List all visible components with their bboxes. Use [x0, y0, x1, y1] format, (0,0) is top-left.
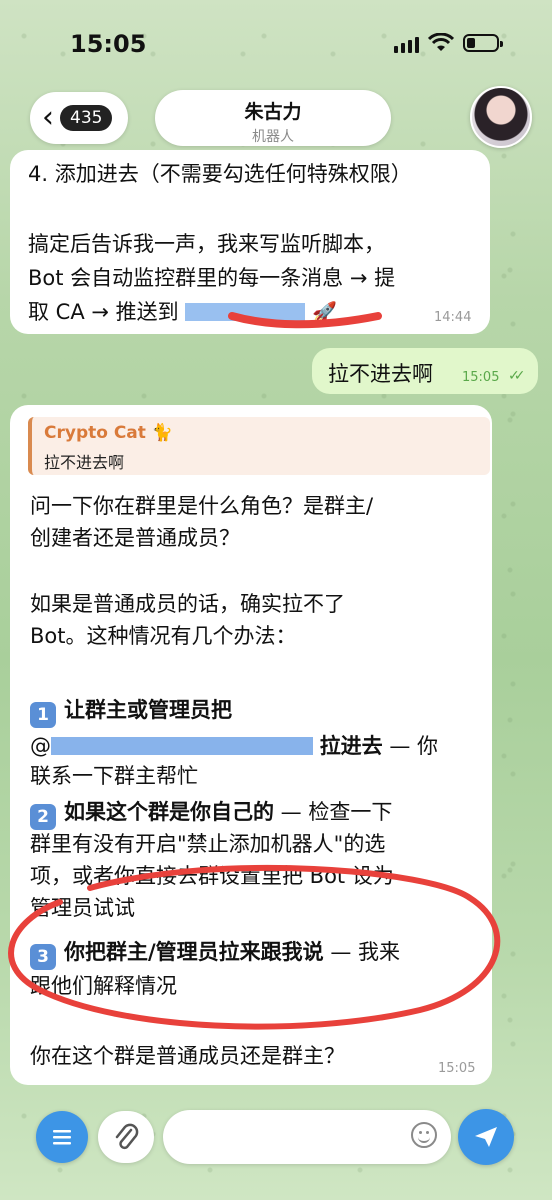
message-text-field[interactable] — [181, 1124, 405, 1147]
message-line: @ 拉进去 — 你 — [30, 734, 439, 758]
chat-name: 朱古力 — [244, 101, 302, 123]
send-icon — [475, 1127, 497, 1147]
chat-subtitle: 机器人 — [252, 129, 294, 145]
reply-text: 拉不进去啊 — [44, 453, 125, 472]
emoji-icon[interactable] — [411, 1122, 437, 1148]
option-2: 2 如果这个群是你自己的 — 检查一下 — [30, 797, 392, 830]
message-input[interactable] — [163, 1110, 451, 1164]
message-bubble-incoming[interactable]: 4. 添加进去（不需要勾选任何特殊权限） 搞定后告诉我一声，我来写监听脚本， B… — [10, 150, 490, 334]
back-button[interactable]: ‹ 435 — [30, 92, 128, 144]
menu-icon — [53, 1130, 71, 1145]
avatar[interactable] — [470, 86, 532, 148]
message-line: 创建者还是普通成员？ — [30, 526, 240, 550]
message-text: 拉不进去啊 — [328, 362, 433, 386]
status-time: 15:05 — [70, 30, 147, 58]
read-checkmarks-icon: ✓✓ — [508, 368, 526, 384]
message-time: 15:05 — [438, 1061, 476, 1076]
keycap-2-icon: 2 — [30, 804, 56, 830]
message-line: 4. 添加进去（不需要勾选任何特殊权限） — [28, 162, 412, 186]
paperclip-icon — [115, 1123, 139, 1150]
message-line: 如果是普通成员的话，确实拉不了 — [30, 592, 345, 616]
redacted-mention — [51, 737, 313, 755]
message-line: 问一下你在群里是什么角色？是群主/ — [30, 494, 374, 518]
message-line: 群里有没有开启"禁止添加机器人"的选 — [30, 832, 386, 856]
keycap-1-icon: 1 — [30, 702, 56, 728]
reply-quote[interactable]: Crypto Cat 🐈 拉不进去啊 — [28, 417, 490, 475]
chat-title[interactable]: 朱古力 机器人 — [155, 90, 391, 146]
message-time: 14:44 — [434, 310, 472, 325]
status-bar: 15:05 — [0, 0, 552, 88]
send-button[interactable] — [458, 1109, 514, 1165]
battery-icon — [463, 34, 503, 52]
message-line: 联系一下群主帮忙 — [30, 764, 198, 788]
red-circle-annotation — [8, 864, 501, 1030]
wifi-icon — [428, 33, 454, 51]
red-scribble — [228, 312, 382, 329]
attach-button[interactable] — [98, 1111, 154, 1163]
message-time: 15:05 — [462, 370, 500, 385]
message-line: Bot 会自动监控群里的每一条消息 → 提 — [28, 266, 396, 290]
chevron-left-icon: ‹ — [42, 100, 54, 135]
option-1: 1 让群主或管理员把 — [30, 695, 232, 728]
menu-button[interactable] — [36, 1111, 88, 1163]
message-line: 搞定后告诉我一声，我来写监听脚本， — [28, 232, 385, 256]
reply-author: Crypto Cat 🐈 — [44, 423, 173, 443]
unread-count-badge: 435 — [60, 105, 113, 131]
message-bubble-outgoing[interactable]: 拉不进去啊 15:05 ✓✓ — [312, 348, 538, 394]
cellular-signal-icon — [394, 37, 419, 53]
message-line: Bot。这种情况有几个办法： — [30, 624, 297, 648]
